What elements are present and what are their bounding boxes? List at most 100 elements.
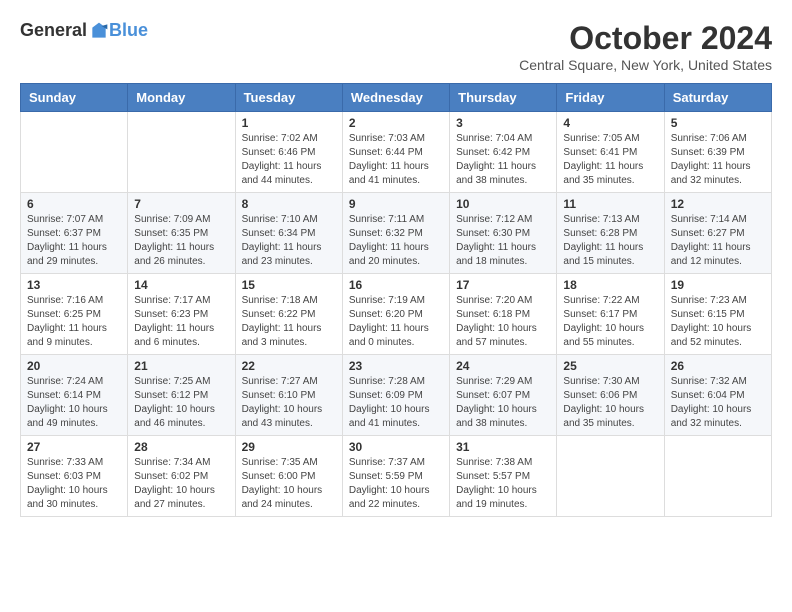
- day-info: Sunrise: 7:06 AM Sunset: 6:39 PM Dayligh…: [671, 132, 765, 188]
- day-number: 31: [456, 440, 550, 454]
- calendar-cell: 26 Sunrise: 7:32 AM Sunset: 6:04 PM Dayli…: [664, 355, 771, 436]
- calendar-cell: 6Sunrise: 7:07 AM Sunset: 6:37 PM Daylig…: [21, 193, 128, 274]
- day-info: Sunrise: 7:03 AM Sunset: 6:44 PM Dayligh…: [349, 132, 443, 188]
- calendar-cell: 21 Sunrise: 7:25 AM Sunset: 6:12 PM Dayli…: [128, 355, 235, 436]
- day-number: 16: [349, 278, 443, 292]
- day-number: 4: [563, 116, 657, 130]
- logo-icon: [89, 21, 109, 41]
- calendar-week-5: 27 Sunrise: 7:33 AM Sunset: 6:03 PM Dayli…: [21, 436, 772, 517]
- calendar-cell: 8 Sunrise: 7:10 AM Sunset: 6:34 PM Daylig…: [235, 193, 342, 274]
- day-number: 28: [134, 440, 228, 454]
- calendar-cell: 19Sunrise: 7:23 AM Sunset: 6:15 PM Dayli…: [664, 274, 771, 355]
- calendar-cell: 14 Sunrise: 7:17 AM Sunset: 6:23 PM Dayli…: [128, 274, 235, 355]
- calendar-cell: 31 Sunrise: 7:38 AM Sunset: 5:57 PM Dayli…: [450, 436, 557, 517]
- day-info: Sunrise: 7:24 AM Sunset: 6:14 PM Dayligh…: [27, 375, 121, 431]
- title-area: October 2024 Central Square, New York, U…: [519, 20, 772, 73]
- day-info: Sunrise: 7:30 AM Sunset: 6:06 PM Dayligh…: [563, 375, 657, 431]
- calendar-cell: 3 Sunrise: 7:04 AM Sunset: 6:42 PM Daylig…: [450, 112, 557, 193]
- day-number: 25: [563, 359, 657, 373]
- calendar-cell: [557, 436, 664, 517]
- calendar-cell: 15Sunrise: 7:18 AM Sunset: 6:22 PM Dayli…: [235, 274, 342, 355]
- day-number: 9: [349, 197, 443, 211]
- day-info: Sunrise: 7:04 AM Sunset: 6:42 PM Dayligh…: [456, 132, 550, 188]
- day-info: Sunrise: 7:05 AM Sunset: 6:41 PM Dayligh…: [563, 132, 657, 188]
- calendar-week-3: 13 Sunrise: 7:16 AM Sunset: 6:25 PM Dayli…: [21, 274, 772, 355]
- calendar-cell: 5 Sunrise: 7:06 AM Sunset: 6:39 PM Daylig…: [664, 112, 771, 193]
- day-number: 7: [134, 197, 228, 211]
- calendar-cell: 9 Sunrise: 7:11 AM Sunset: 6:32 PM Daylig…: [342, 193, 449, 274]
- day-info: Sunrise: 7:32 AM Sunset: 6:04 PM Dayligh…: [671, 375, 765, 431]
- day-info: Sunrise: 7:25 AM Sunset: 6:12 PM Dayligh…: [134, 375, 228, 431]
- day-number: 18: [563, 278, 657, 292]
- day-number: 30: [349, 440, 443, 454]
- calendar-cell: 18Sunrise: 7:22 AM Sunset: 6:17 PM Dayli…: [557, 274, 664, 355]
- weekday-header-row: SundayMondayTuesdayWednesdayThursdayFrid…: [21, 84, 772, 112]
- weekday-header-tuesday: Tuesday: [235, 84, 342, 112]
- day-number: 6: [27, 197, 121, 211]
- day-number: 21: [134, 359, 228, 373]
- calendar-week-1: 1Sunrise: 7:02 AM Sunset: 6:46 PM Daylig…: [21, 112, 772, 193]
- calendar-cell: 24Sunrise: 7:29 AM Sunset: 6:07 PM Dayli…: [450, 355, 557, 436]
- day-info: Sunrise: 7:35 AM Sunset: 6:00 PM Dayligh…: [242, 456, 336, 512]
- day-info: Sunrise: 7:17 AM Sunset: 6:23 PM Dayligh…: [134, 294, 228, 350]
- day-info: Sunrise: 7:13 AM Sunset: 6:28 PM Dayligh…: [563, 213, 657, 269]
- day-info: Sunrise: 7:02 AM Sunset: 6:46 PM Dayligh…: [242, 132, 336, 188]
- day-number: 3: [456, 116, 550, 130]
- calendar-cell: [21, 112, 128, 193]
- day-info: Sunrise: 7:11 AM Sunset: 6:32 PM Dayligh…: [349, 213, 443, 269]
- calendar-cell: 25 Sunrise: 7:30 AM Sunset: 6:06 PM Dayli…: [557, 355, 664, 436]
- day-number: 26: [671, 359, 765, 373]
- logo: General Blue: [20, 20, 148, 41]
- day-number: 27: [27, 440, 121, 454]
- calendar-cell: 16Sunrise: 7:19 AM Sunset: 6:20 PM Dayli…: [342, 274, 449, 355]
- day-number: 29: [242, 440, 336, 454]
- day-info: Sunrise: 7:33 AM Sunset: 6:03 PM Dayligh…: [27, 456, 121, 512]
- day-info: Sunrise: 7:37 AM Sunset: 5:59 PM Dayligh…: [349, 456, 443, 512]
- calendar-cell: 1Sunrise: 7:02 AM Sunset: 6:46 PM Daylig…: [235, 112, 342, 193]
- day-info: Sunrise: 7:38 AM Sunset: 5:57 PM Dayligh…: [456, 456, 550, 512]
- day-number: 10: [456, 197, 550, 211]
- weekday-header-monday: Monday: [128, 84, 235, 112]
- location: Central Square, New York, United States: [519, 57, 772, 73]
- logo-general: General: [20, 20, 87, 41]
- day-info: Sunrise: 7:34 AM Sunset: 6:02 PM Dayligh…: [134, 456, 228, 512]
- day-info: Sunrise: 7:14 AM Sunset: 6:27 PM Dayligh…: [671, 213, 765, 269]
- calendar-cell: 23 Sunrise: 7:28 AM Sunset: 6:09 PM Dayli…: [342, 355, 449, 436]
- calendar-cell: 10 Sunrise: 7:12 AM Sunset: 6:30 PM Dayli…: [450, 193, 557, 274]
- calendar-cell: 13 Sunrise: 7:16 AM Sunset: 6:25 PM Dayli…: [21, 274, 128, 355]
- calendar-week-2: 6Sunrise: 7:07 AM Sunset: 6:37 PM Daylig…: [21, 193, 772, 274]
- day-number: 14: [134, 278, 228, 292]
- calendar: SundayMondayTuesdayWednesdayThursdayFrid…: [20, 83, 772, 517]
- calendar-cell: 20 Sunrise: 7:24 AM Sunset: 6:14 PM Dayli…: [21, 355, 128, 436]
- month-title: October 2024: [519, 20, 772, 57]
- calendar-cell: [128, 112, 235, 193]
- day-info: Sunrise: 7:18 AM Sunset: 6:22 PM Dayligh…: [242, 294, 336, 350]
- calendar-cell: 7Sunrise: 7:09 AM Sunset: 6:35 PM Daylig…: [128, 193, 235, 274]
- day-number: 13: [27, 278, 121, 292]
- day-number: 23: [349, 359, 443, 373]
- day-info: Sunrise: 7:16 AM Sunset: 6:25 PM Dayligh…: [27, 294, 121, 350]
- day-number: 24: [456, 359, 550, 373]
- calendar-cell: 30 Sunrise: 7:37 AM Sunset: 5:59 PM Dayli…: [342, 436, 449, 517]
- day-number: 17: [456, 278, 550, 292]
- day-info: Sunrise: 7:23 AM Sunset: 6:15 PM Dayligh…: [671, 294, 765, 350]
- day-info: Sunrise: 7:12 AM Sunset: 6:30 PM Dayligh…: [456, 213, 550, 269]
- day-number: 20: [27, 359, 121, 373]
- calendar-cell: 4 Sunrise: 7:05 AM Sunset: 6:41 PM Daylig…: [557, 112, 664, 193]
- weekday-header-sunday: Sunday: [21, 84, 128, 112]
- day-number: 8: [242, 197, 336, 211]
- day-info: Sunrise: 7:10 AM Sunset: 6:34 PM Dayligh…: [242, 213, 336, 269]
- calendar-cell: 28 Sunrise: 7:34 AM Sunset: 6:02 PM Dayli…: [128, 436, 235, 517]
- calendar-cell: 11Sunrise: 7:13 AM Sunset: 6:28 PM Dayli…: [557, 193, 664, 274]
- calendar-cell: 2 Sunrise: 7:03 AM Sunset: 6:44 PM Daylig…: [342, 112, 449, 193]
- weekday-header-thursday: Thursday: [450, 84, 557, 112]
- header: General Blue October 2024 Central Square…: [20, 20, 772, 73]
- weekday-header-saturday: Saturday: [664, 84, 771, 112]
- day-info: Sunrise: 7:28 AM Sunset: 6:09 PM Dayligh…: [349, 375, 443, 431]
- calendar-cell: 29 Sunrise: 7:35 AM Sunset: 6:00 PM Dayli…: [235, 436, 342, 517]
- logo-blue: Blue: [109, 20, 148, 41]
- day-info: Sunrise: 7:20 AM Sunset: 6:18 PM Dayligh…: [456, 294, 550, 350]
- day-number: 5: [671, 116, 765, 130]
- day-number: 12: [671, 197, 765, 211]
- day-number: 2: [349, 116, 443, 130]
